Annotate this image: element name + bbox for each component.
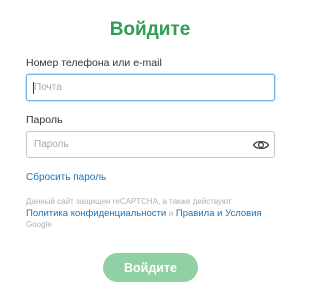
login-input[interactable] bbox=[27, 75, 274, 100]
login-button[interactable]: Войдите bbox=[103, 253, 198, 282]
page-title: Войдите bbox=[109, 19, 191, 40]
recaptcha-text: Данный сайт защищен reCAPTCHA, а также д… bbox=[26, 197, 232, 206]
login-label: Номер телефона или e-mail bbox=[26, 57, 162, 69]
password-input[interactable] bbox=[27, 132, 274, 157]
text-caret bbox=[33, 82, 34, 94]
password-field[interactable] bbox=[26, 131, 275, 158]
reset-password-link[interactable]: Сбросить пароль bbox=[26, 172, 106, 183]
recaptcha-notice: Данный сайт защищен reCAPTCHA, а также д… bbox=[26, 197, 278, 230]
terms-link[interactable]: Правила и Условия bbox=[176, 208, 262, 219]
login-field[interactable] bbox=[26, 74, 275, 101]
password-label: Пароль bbox=[26, 114, 63, 126]
login-form: Войдите Номер телефона или e-mail Пароль… bbox=[0, 0, 300, 290]
and-text: и bbox=[168, 209, 174, 218]
privacy-policy-link[interactable]: Политика конфиденциальности bbox=[26, 208, 166, 219]
eye-icon[interactable] bbox=[252, 137, 270, 153]
google-text: Google bbox=[26, 220, 52, 229]
